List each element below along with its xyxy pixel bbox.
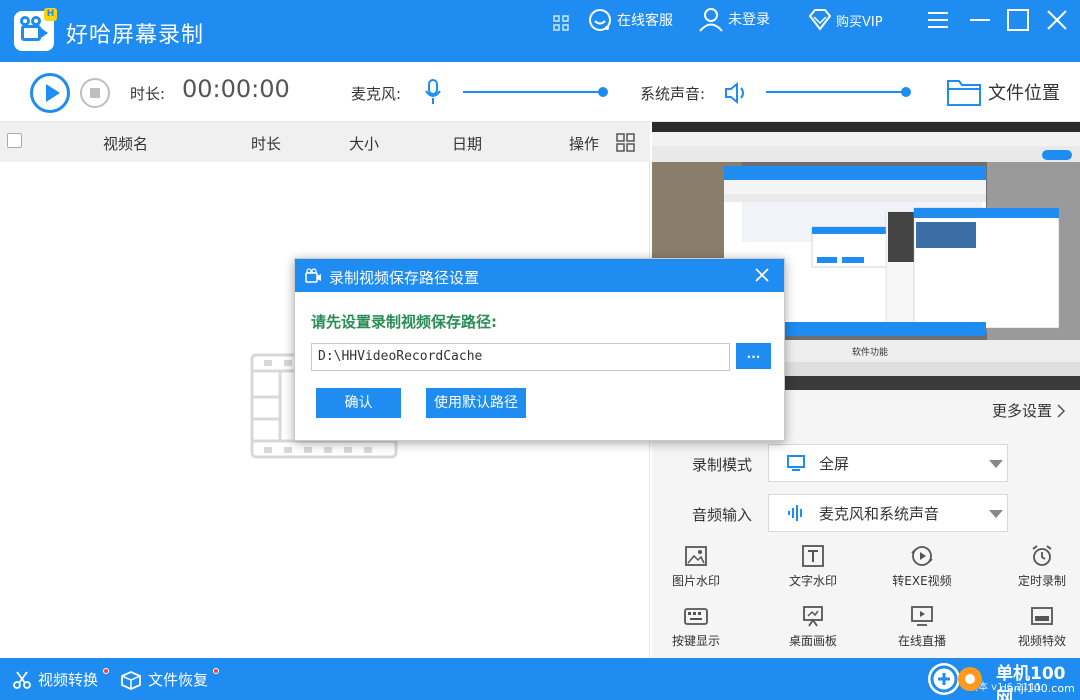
browse-button[interactable]: ... (736, 343, 771, 369)
chevron-right-icon (1057, 403, 1066, 418)
text-watermark-button[interactable]: 文字水印 (773, 544, 853, 589)
monitor-icon (787, 455, 805, 471)
system-volume-handle[interactable] (901, 87, 911, 97)
column-video-name[interactable]: 视频名 (103, 133, 148, 154)
use-default-path-button[interactable]: 使用默认路径 (426, 388, 526, 418)
system-volume-slider[interactable] (766, 91, 906, 93)
folder-icon (947, 80, 981, 106)
live-icon (911, 606, 933, 626)
maximize-icon[interactable] (1006, 8, 1030, 32)
headset-smile-icon (589, 9, 611, 31)
grid-view-icon[interactable] (616, 133, 635, 152)
scissors-icon (13, 670, 31, 689)
chevron-down-icon (989, 460, 1003, 468)
record-mode-value: 全屏 (819, 454, 850, 473)
easel-icon (803, 606, 823, 627)
stop-record-button[interactable] (80, 78, 110, 108)
column-actions: 操作 (569, 135, 600, 153)
microphone-icon[interactable] (424, 79, 442, 105)
buy-vip-button[interactable]: 购买VIP (808, 9, 883, 31)
mic-volume-handle[interactable] (598, 87, 608, 97)
image-watermark-button[interactable]: 图片水印 (656, 544, 736, 589)
login-label: 未登录 (728, 12, 770, 28)
file-recover-button[interactable]: 文件恢复 (120, 669, 208, 690)
online-support-button[interactable]: 在线客服 (587, 9, 673, 31)
alarm-clock-icon (1032, 545, 1052, 566)
buy-vip-label: 购买VIP (836, 14, 883, 30)
convert-icon (911, 546, 933, 566)
camera-icon (305, 268, 321, 283)
file-location-button[interactable]: 文件位置 (946, 77, 1060, 107)
dialog-header: 录制视频保存路径设置 (295, 259, 784, 292)
video-convert-button[interactable]: 视频转换 (12, 669, 98, 690)
select-all-checkbox[interactable] (7, 133, 22, 148)
title-bar: H 好哈屏幕录制 在线客服 未登录 购买VIP (0, 0, 1080, 62)
file-recover-badge (213, 668, 219, 674)
audio-wave-icon (788, 505, 802, 521)
save-path-dialog: 录制视频保存路径设置 请先设置录制视频保存路径: D:\HHVideoRecor… (294, 258, 785, 441)
convert-exe-button[interactable]: 转EXE视频 (882, 544, 962, 589)
online-support-label: 在线客服 (617, 13, 673, 29)
audio-input-label: 音频输入 (692, 506, 753, 524)
save-path-input[interactable]: D:\HHVideoRecordCache (311, 343, 730, 371)
app-logo-icon: H (14, 8, 57, 51)
box-icon (121, 670, 141, 690)
audio-input-value: 麦克风和系统声音 (819, 504, 940, 523)
video-effects-button[interactable]: 视频特效 (1002, 604, 1080, 649)
system-sound-label: 系统声音: (640, 85, 706, 103)
bottom-bar: 视频转换 文件恢复 版本 v1.6.2111 单机100网 danji100.c… (0, 658, 1080, 700)
dialog-title: 录制视频保存路径设置 (329, 269, 480, 287)
keystroke-display-button[interactable]: 按键显示 (656, 604, 736, 649)
app-title: 好哈屏幕录制 (66, 23, 205, 48)
speaker-icon[interactable] (724, 81, 750, 105)
column-size[interactable]: 大小 (349, 133, 379, 154)
column-duration[interactable]: 时长 (251, 133, 281, 154)
audio-input-select[interactable]: 麦克风和系统声音 (768, 494, 1008, 532)
close-icon[interactable] (1045, 8, 1069, 32)
more-settings-label: 更多设置 (991, 402, 1052, 420)
live-stream-button[interactable]: 在线直播 (882, 604, 962, 649)
image-icon (685, 546, 707, 566)
duration-label: 时长: (130, 85, 166, 103)
keyboard-icon (684, 608, 708, 625)
file-location-label: 文件位置 (988, 83, 1060, 104)
login-button[interactable]: 未登录 (698, 8, 770, 32)
video-convert-label: 视频转换 (38, 671, 99, 689)
watermark-url: danji100.com (1000, 682, 1075, 695)
preview-caption: 软件功能 (852, 346, 888, 357)
more-settings-button[interactable]: 更多设置 (992, 400, 1066, 421)
mic-volume-slider[interactable] (463, 91, 603, 93)
scheduled-record-button[interactable]: 定时录制 (1002, 544, 1080, 589)
desktop-drawing-button[interactable]: 桌面画板 (773, 604, 853, 649)
record-timer: 00:00:00 (182, 75, 290, 103)
minimize-icon[interactable] (968, 8, 992, 32)
user-icon (699, 8, 723, 32)
record-control-bar: 时长: 00:00:00 麦克风: 系统声音: 文件位置 (0, 62, 1080, 122)
start-record-button[interactable] (30, 73, 70, 113)
video-convert-badge (103, 668, 109, 674)
effects-icon (1031, 607, 1053, 625)
chevron-down-icon (989, 510, 1003, 518)
dialog-close-icon[interactable] (755, 268, 769, 282)
diamond-icon (808, 9, 832, 31)
column-date[interactable]: 日期 (452, 133, 482, 154)
dialog-prompt: 请先设置录制视频保存路径: (311, 313, 497, 331)
record-mode-select[interactable]: 全屏 (768, 444, 1008, 482)
qr-code-icon[interactable] (553, 12, 569, 34)
confirm-button[interactable]: 确认 (316, 388, 401, 418)
file-recover-label: 文件恢复 (148, 671, 209, 689)
record-mode-label: 录制模式 (692, 456, 753, 474)
text-icon (802, 545, 824, 567)
mic-label: 麦克风: (351, 85, 402, 103)
video-list-header: 视频名 时长 大小 日期 操作 (0, 122, 650, 162)
menu-icon[interactable] (926, 8, 950, 32)
